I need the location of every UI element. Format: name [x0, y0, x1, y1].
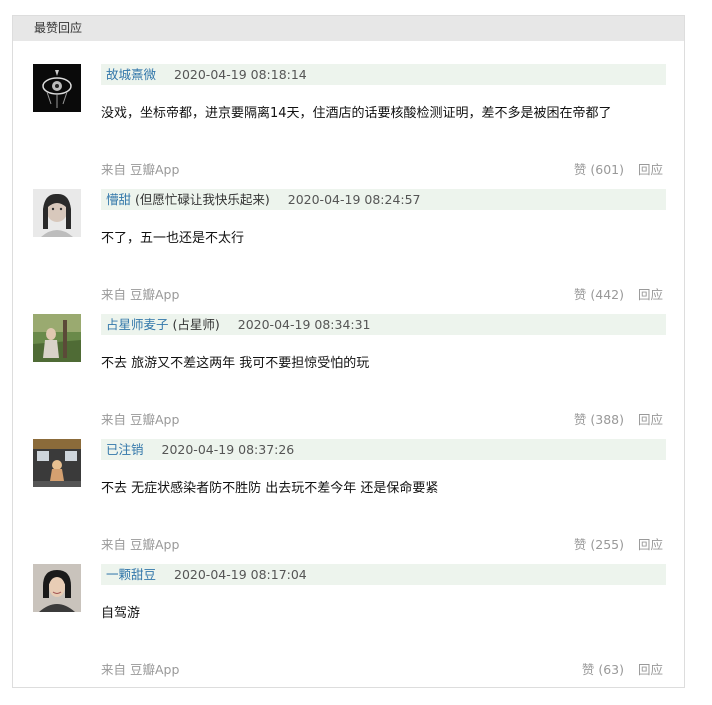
avatar[interactable] [33, 64, 81, 112]
comment-text: 不去 无症状感染者防不胜防 出去玩不差今年 还是保命要紧 [101, 481, 439, 496]
vote-button[interactable]: 赞 (442) [574, 287, 624, 302]
comment-source: 来自 豆瓣App [101, 662, 180, 677]
reply-button[interactable]: 回应 [638, 537, 663, 552]
comment-text: 不去 旅游又不差这两年 我可不要担惊受怕的玩 [101, 356, 370, 371]
comment-text: 不了，五一也还是不太行 [101, 231, 245, 246]
author-link[interactable]: 故城熹微 [106, 67, 156, 82]
avatar[interactable] [33, 189, 81, 237]
comment-source: 来自 豆瓣App [101, 287, 180, 302]
reply-button[interactable]: 回应 [638, 662, 663, 677]
vote-button[interactable]: 赞 (388) [574, 412, 624, 427]
comment-item: 故城熹微 2020-04-19 08:18:14 没戏，坐标帝都，进京要隔离14… [13, 64, 684, 189]
comment-text: 没戏，坐标帝都，进京要隔离14天，住酒店的话要核酸检测证明，差不多是被困在帝都了 [101, 106, 612, 121]
avatar[interactable] [33, 314, 81, 362]
author-link[interactable]: 占星师麦子 [106, 317, 169, 332]
comment-meta: 懵甜 (但愿忙碌让我快乐起来) 2020-04-19 08:24:57 [101, 189, 666, 210]
comment-item: 一颗甜豆 2020-04-19 08:17:04 自驾游 来自 豆瓣App 赞 … [13, 564, 684, 689]
comment-source: 来自 豆瓣App [101, 537, 180, 552]
comment-meta: 占星师麦子 (占星师) 2020-04-19 08:34:31 [101, 314, 666, 335]
author-link[interactable]: 一颗甜豆 [106, 567, 156, 582]
reply-button[interactable]: 回应 [638, 412, 663, 427]
vote-button[interactable]: 赞 (601) [574, 162, 624, 177]
comment-meta: 一颗甜豆 2020-04-19 08:17:04 [101, 564, 666, 585]
comment-time: 2020-04-19 08:17:04 [174, 567, 307, 582]
avatar[interactable] [33, 564, 81, 612]
comment-meta: 已注销 2020-04-19 08:37:26 [101, 439, 666, 460]
comment-time: 2020-04-19 08:34:31 [237, 317, 371, 332]
vote-button[interactable]: 赞 (63) [582, 662, 624, 677]
reply-button[interactable]: 回应 [638, 162, 663, 177]
avatar[interactable] [33, 439, 81, 487]
comment-item: 懵甜 (但愿忙碌让我快乐起来) 2020-04-19 08:24:57 不了，五… [13, 189, 684, 314]
comment-time: 2020-04-19 08:37:26 [161, 442, 295, 457]
comment-meta: 故城熹微 2020-04-19 08:18:14 [101, 64, 666, 85]
comment-source: 来自 豆瓣App [101, 162, 180, 177]
comment-text: 自驾游 [101, 606, 141, 621]
author-link[interactable]: 已注销 [106, 442, 144, 457]
vote-button[interactable]: 赞 (255) [574, 537, 624, 552]
comment-item: 已注销 2020-04-19 08:37:26 不去 无症状感染者防不胜防 出去… [13, 439, 684, 564]
author-signature: (占星师) [172, 317, 220, 332]
author-link[interactable]: 懵甜 [106, 192, 131, 207]
panel-title: 最赞回应 [13, 16, 684, 41]
comment-time: 2020-04-19 08:24:57 [287, 192, 421, 207]
comment-source: 来自 豆瓣App [101, 412, 180, 427]
comment-item: 占星师麦子 (占星师) 2020-04-19 08:34:31 不去 旅游又不差… [13, 314, 684, 439]
author-signature: (但愿忙碌让我快乐起来) [135, 192, 270, 207]
reply-button[interactable]: 回应 [638, 287, 663, 302]
top-comments-panel: 最赞回应 故城熹微 2020-04-19 08:18:14 没戏，坐标帝都，进京… [12, 15, 685, 688]
comment-time: 2020-04-19 08:18:14 [174, 67, 307, 82]
